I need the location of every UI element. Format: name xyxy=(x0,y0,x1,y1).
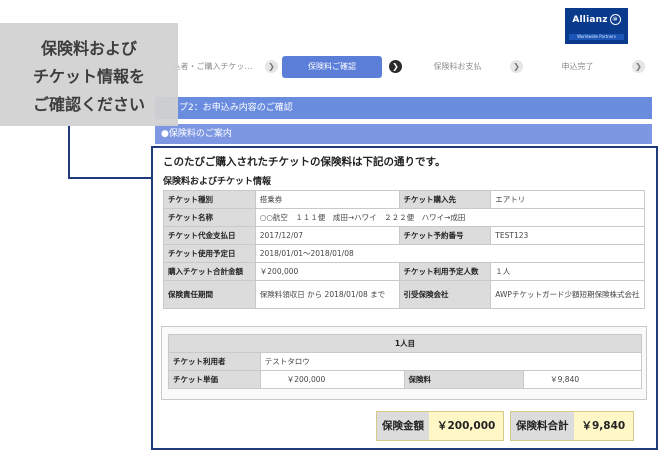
step-2-current: 保険料ご確認 xyxy=(282,56,382,78)
table-row: 保険責任期間 保険料領収日 から 2018/01/08 まで 引受保険会社 AW… xyxy=(163,280,645,309)
cell-label: チケット予約番号 xyxy=(398,226,492,245)
cell-label: チケット代金支払日 xyxy=(163,226,256,245)
cell-label: チケット購入先 xyxy=(398,190,492,209)
cell-label: チケット単価 xyxy=(168,370,261,389)
table-row: 1人目 xyxy=(168,334,642,353)
cell-label: チケット名称 xyxy=(163,208,256,227)
cell-value: ○○航空 １１１便 成田→ハワイ ２２２便 ハワイ→成田 xyxy=(254,208,646,227)
logo-brand: Allianz ⑩ xyxy=(565,8,628,25)
cell-value: 2018/01/01～2018/01/08 xyxy=(254,244,646,263)
section-title: 保険料およびチケット情報 xyxy=(163,177,272,187)
callout-line-1: 保険料および xyxy=(40,39,137,58)
cell-value: エアトリ xyxy=(490,190,645,209)
cell-label: 保険責任期間 xyxy=(163,280,256,309)
cell-value: TEST123 xyxy=(490,226,645,245)
step-header: テップ2：お申込み内容のご確認 xyxy=(155,97,652,119)
person-heading: 1人目 xyxy=(168,334,642,353)
cell-label: チケット利用者 xyxy=(168,352,261,371)
step-4: 申込完了 xyxy=(561,62,594,71)
premium-guide-header: ●保険料のご案内 xyxy=(155,124,652,144)
table-row: チケット使用予定日 2018/01/01～2018/01/08 xyxy=(163,244,646,263)
callout-line-2: チケット情報を xyxy=(32,67,145,86)
step-arrow-icon: ❯ xyxy=(632,60,645,73)
logo-mark-icon: ⑩ xyxy=(609,14,621,25)
cell-value: テストタロウ xyxy=(259,352,643,371)
cell-value: 搭乗券 xyxy=(254,190,400,209)
table-row: チケット単価 ￥200,000 保険料 ￥9,840 xyxy=(168,370,642,389)
cell-value: ￥9,840 xyxy=(523,370,642,389)
cell-label: 保険料 xyxy=(403,370,525,389)
callout-box: 保険料および チケット情報を ご確認ください xyxy=(0,23,178,126)
callout-leader-line xyxy=(68,177,152,179)
cell-label: チケット使用予定日 xyxy=(163,244,256,263)
table-row: チケット名称 ○○航空 １１１便 成田→ハワイ ２２２便 ハワイ→成田 xyxy=(163,208,646,227)
table-row: チケット代金支払日 2017/12/07 チケット予約番号 TEST123 xyxy=(163,226,645,245)
cell-value: ￥200,000 xyxy=(254,262,400,281)
callout-leader-line xyxy=(68,126,70,179)
cell-label: チケット種別 xyxy=(163,190,256,209)
step-3: 保険料お支払 xyxy=(433,62,482,71)
cell-value: １人 xyxy=(490,262,645,281)
insured-amount-box: 保険金額 ￥200,000 xyxy=(376,411,505,441)
premium-panel: このたびご購入されたチケットの保険料は下記の通りです。 保険料およびチケット情報… xyxy=(151,146,658,450)
step-arrow-icon: ❯ xyxy=(510,60,523,73)
allianz-logo: Allianz ⑩ Worldwide Partners xyxy=(565,8,628,44)
callout-line-3: ご確認ください xyxy=(32,95,145,114)
cell-label: チケット利用予定人数 xyxy=(398,262,492,281)
premium-total-value: ￥9,840 xyxy=(573,412,634,440)
person-box: 1人目 チケット利用者 テストタロウ チケット単価 ￥200,000 保険料 ￥… xyxy=(161,326,647,400)
step-indicator: 込者・ご購入チケッ… ❯ 保険料ご確認 ❯ 保険料お支払 ❯ 申込完了 ❯ xyxy=(160,56,650,78)
premium-total-label: 保険料合計 xyxy=(511,412,574,440)
cell-value: AWPチケットガード少額短期保険株式会社 xyxy=(490,280,645,309)
ticket-info-table: チケット種別 搭乗券 チケット購入先 エアトリ チケット名称 ○○航空 １１１便… xyxy=(163,190,646,309)
insured-amount-label: 保険金額 xyxy=(377,412,429,440)
step-arrow-icon: ❯ xyxy=(389,60,402,73)
table-row: 購入チケット合計金額 ￥200,000 チケット利用予定人数 １人 xyxy=(163,262,645,281)
cell-label: 購入チケット合計金額 xyxy=(163,262,256,281)
person-table: 1人目 チケット利用者 テストタロウ チケット単価 ￥200,000 保険料 ￥… xyxy=(168,334,643,389)
cell-value: 保険料領収日 から 2018/01/08 まで xyxy=(254,280,400,309)
cell-value: 2017/12/07 xyxy=(254,226,400,245)
premium-total-box: 保険料合計 ￥9,840 xyxy=(510,411,635,441)
cell-value: ￥200,000 xyxy=(259,370,405,389)
insured-amount-value: ￥200,000 xyxy=(429,412,504,440)
logo-tagline: Worldwide Partners xyxy=(569,34,624,40)
step-arrow-icon: ❯ xyxy=(265,60,278,73)
table-row: チケット種別 搭乗券 チケット購入先 エアトリ xyxy=(163,190,645,209)
table-row: チケット利用者 テストタロウ xyxy=(168,352,643,371)
intro-text: このたびご購入されたチケットの保険料は下記の通りです。 xyxy=(163,156,446,168)
cell-label: 引受保険会社 xyxy=(398,280,492,309)
